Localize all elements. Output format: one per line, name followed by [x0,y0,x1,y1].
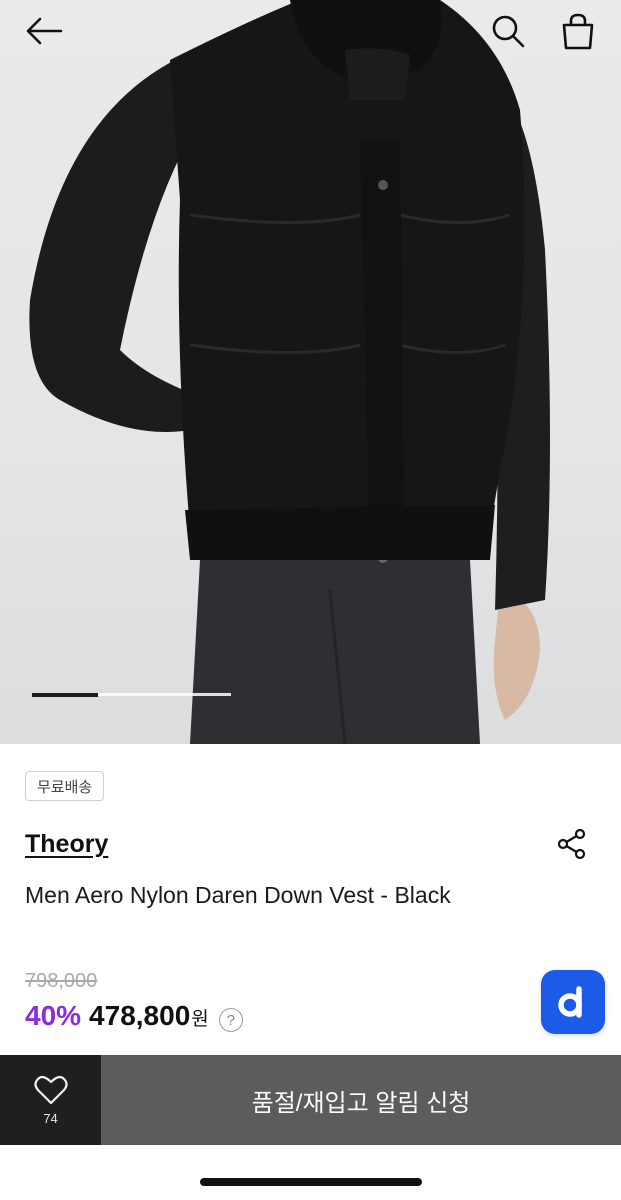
home-indicator[interactable] [200,1178,422,1186]
product-photo [29,0,550,744]
discount-rate: 40% [25,1000,82,1031]
search-button[interactable] [482,8,534,54]
floating-d-button[interactable] [541,970,605,1034]
original-price: 798,000 [25,970,98,992]
price-help-icon[interactable]: ? [218,1008,243,1032]
shopping-bag-icon [562,13,594,50]
share-icon [557,828,586,860]
free-shipping-badge: 무료배송 [25,771,105,801]
share-button[interactable] [551,824,593,864]
brand-link[interactable]: Theory [25,830,108,859]
back-button[interactable] [14,8,74,54]
cart-button[interactable] [552,8,604,54]
search-icon [492,15,525,48]
like-count: 74 [43,1110,58,1126]
bottom-action-bar: 74 품절/재입고 알림 신청 [0,1055,621,1145]
price-row: 40% 478,800 원 ? [25,1000,243,1040]
like-button[interactable]: 74 [0,1055,101,1145]
product-hero-image[interactable] [0,0,621,744]
d-logo-icon [558,986,582,1018]
product-title: Men Aero Nylon Daren Down Vest - Black [25,882,451,908]
arrow-left-icon [26,17,63,45]
image-carousel-indicator [32,692,231,697]
sale-price: 478,800 [89,1000,191,1031]
restock-alert-button[interactable]: 품절/재입고 알림 신청 [101,1055,621,1145]
currency-unit: 원 [191,1009,209,1030]
top-navigation [0,0,621,64]
heart-icon [33,1075,68,1104]
carousel-active-indicator [32,692,99,697]
